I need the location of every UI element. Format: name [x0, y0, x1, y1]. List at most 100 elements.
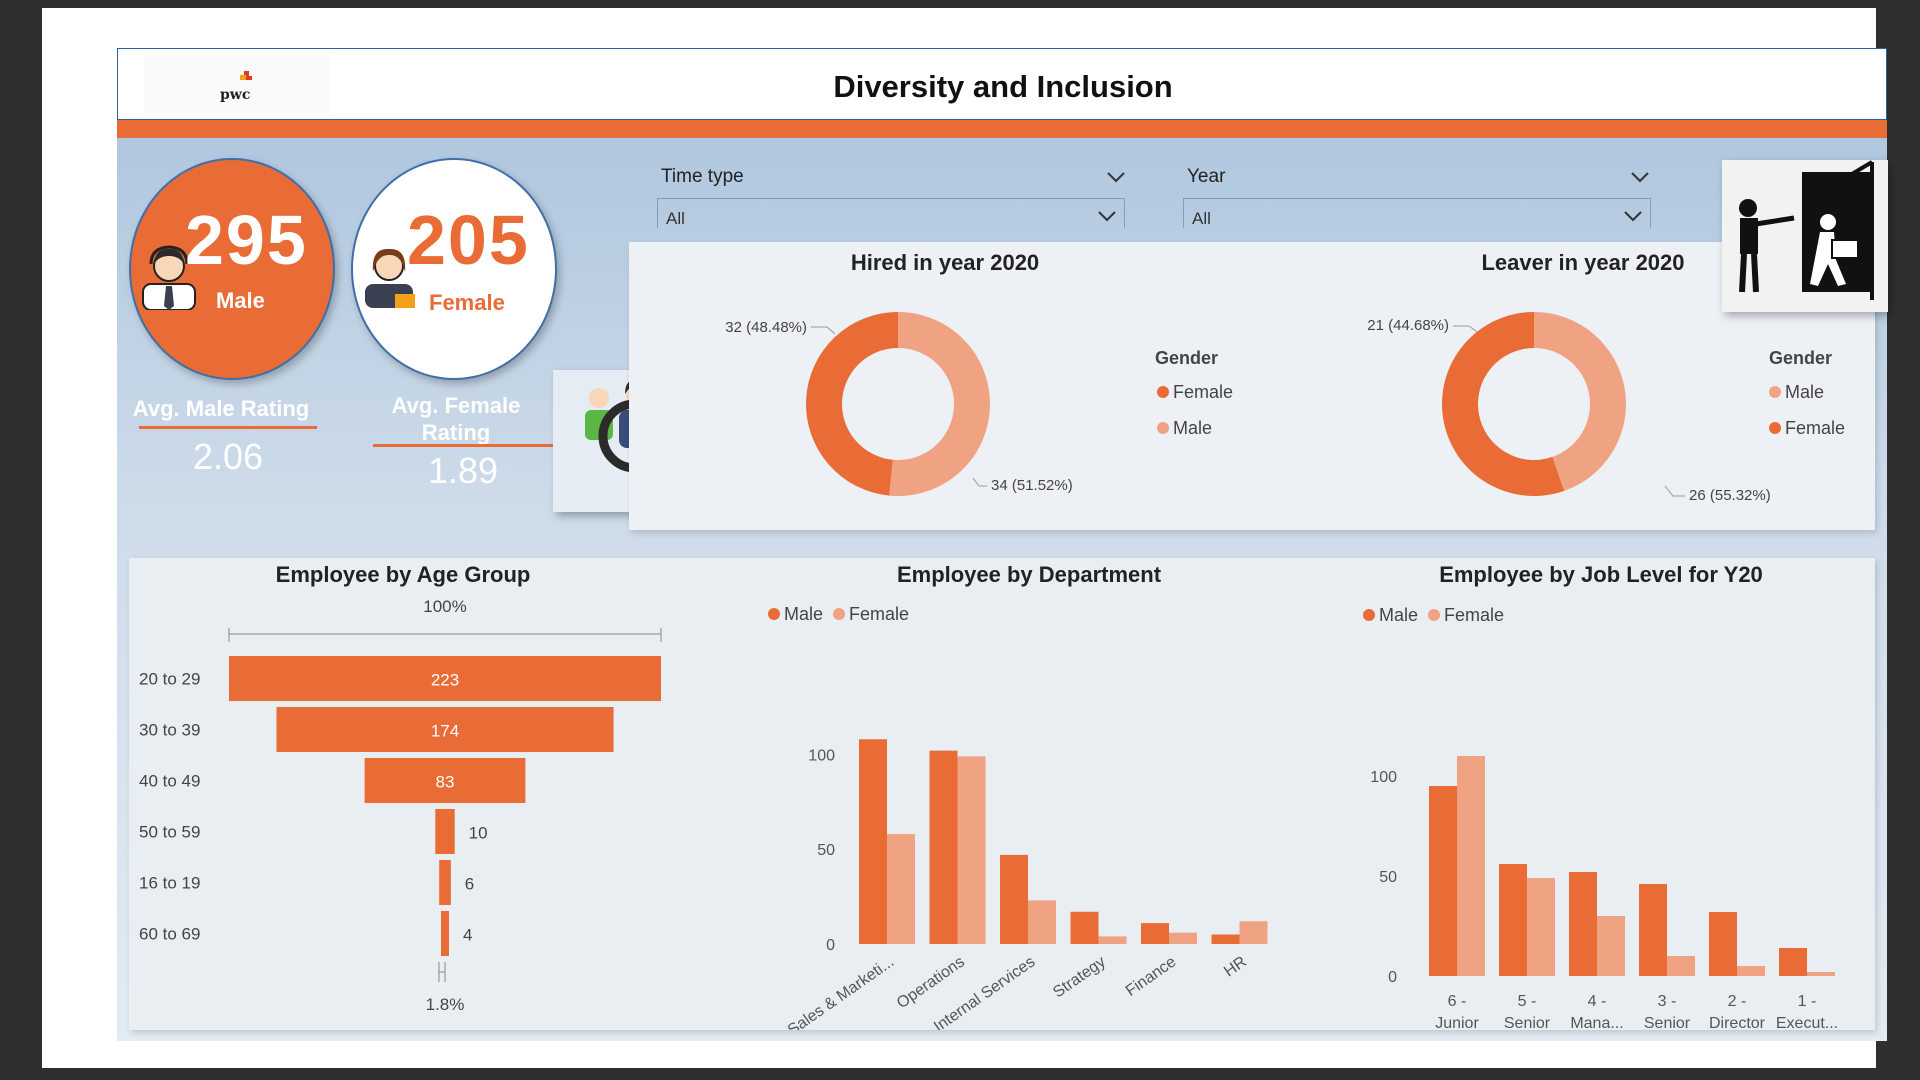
bar-male[interactable]: [1639, 884, 1667, 976]
bar-male[interactable]: [1709, 912, 1737, 976]
funnel-value-label: 10: [469, 824, 488, 843]
lower-charts-svg: Employee by Age Group 100% 20 to 29 223 30…: [139, 562, 1838, 1054]
chevron-down-icon[interactable]: [1629, 170, 1651, 184]
funnel-value-label: 4: [463, 926, 472, 945]
funnel-bar[interactable]: [435, 809, 455, 854]
funnel-value-label: 6: [465, 875, 474, 894]
funnel-bottom-label: 1.8%: [426, 995, 465, 1014]
legend-item-female[interactable]: Female: [1428, 605, 1504, 625]
hired-chart-title: Hired in year 2020: [851, 250, 1039, 275]
bar-female[interactable]: [1527, 878, 1555, 976]
legend-label: Female: [849, 604, 909, 624]
bar-female[interactable]: [1457, 756, 1485, 976]
x-category-label: Sales & Marketi...: [785, 953, 897, 1030]
funnel-category-label: 30 to 39: [139, 721, 200, 740]
donut-slice-female[interactable]: [889, 312, 990, 496]
time-type-slicer[interactable]: All: [657, 198, 1125, 228]
female-rating-underline: [373, 444, 553, 447]
male-rating-underline: [139, 426, 317, 429]
bar-female[interactable]: [1239, 921, 1268, 944]
bar-female[interactable]: [1098, 936, 1127, 944]
chevron-down-icon[interactable]: [1105, 170, 1127, 184]
bar-male[interactable]: [1569, 872, 1597, 976]
year-slicer-value: All: [1192, 209, 1211, 228]
legend-label: Male: [1785, 382, 1824, 402]
funnel-category-label: 16 to 19: [139, 874, 200, 893]
x-category-label: Execut...: [1776, 1015, 1838, 1030]
lower-charts-panel: Employee by Age Group 100% 20 to 29 223 30…: [129, 558, 1875, 1054]
year-slicer[interactable]: All: [1183, 198, 1651, 228]
hired-label-male: 32 (48.48%): [725, 319, 807, 336]
x-category-label: Strategy: [1050, 953, 1109, 1001]
x-category-label: 6 -: [1448, 993, 1467, 1010]
funnel-category-label: 50 to 59: [139, 823, 200, 842]
bar-male[interactable]: [1070, 911, 1099, 944]
department-chart-title: Employee by Department: [897, 562, 1162, 587]
legend-item-male[interactable]: Male: [1157, 418, 1212, 438]
bar-female[interactable]: [957, 756, 986, 944]
header-accent-bar: [117, 120, 1887, 138]
x-category-label: HR: [1221, 953, 1250, 980]
bar-female[interactable]: [1807, 972, 1835, 976]
bar-female[interactable]: [887, 834, 915, 944]
legend-item-male[interactable]: Male: [1769, 382, 1824, 402]
bar-male[interactable]: [1141, 923, 1169, 944]
funnel-category-label: 20 to 29: [139, 670, 200, 689]
legend-item-female[interactable]: Female: [1769, 418, 1845, 438]
y-tick-label: 0: [826, 937, 835, 954]
funnel-bar[interactable]: [439, 860, 451, 905]
leaver-label-female: 21 (44.68%): [1367, 317, 1449, 334]
x-category-label: Senior: [1504, 1015, 1551, 1030]
bar-male[interactable]: [859, 739, 887, 944]
x-category-label: Finance: [1123, 953, 1179, 1000]
bar-male[interactable]: [1779, 948, 1807, 976]
bar-female[interactable]: [1737, 966, 1765, 976]
x-category-label: 1 -: [1798, 993, 1817, 1010]
female-kpi-card[interactable]: 205 Female: [351, 158, 557, 380]
legend-label: Male: [784, 604, 823, 624]
bar-male[interactable]: [1499, 864, 1527, 976]
job-level-bars: 0501006 -JuniorOfficer5 -SeniorOfficer4 …: [1370, 756, 1838, 1054]
legend-label: Female: [1444, 605, 1504, 625]
bar-female[interactable]: [1667, 956, 1695, 976]
donut-charts-svg: Hired in year 2020 32 (48.48%) 34 (51.52…: [725, 250, 1845, 504]
time-type-slicer-label: Time type: [661, 166, 744, 187]
legend-item-female[interactable]: Female: [833, 604, 909, 624]
bar-female[interactable]: [1028, 900, 1056, 944]
funnel-category-label: 40 to 49: [139, 772, 200, 791]
legend-item-female[interactable]: Female: [1157, 382, 1233, 402]
bar-male[interactable]: [929, 750, 958, 944]
chevron-down-icon[interactable]: [1096, 209, 1118, 223]
bar-male[interactable]: [1211, 934, 1240, 944]
department-bars: 050100Sales & Marketi...OperationsIntern…: [785, 739, 1268, 1039]
age-funnel-bars: 20 to 29 223 30 to 39 174 40 to 49 83 50 to 59…: [139, 656, 661, 956]
bar-male[interactable]: [1000, 854, 1028, 944]
y-tick-label: 0: [1388, 969, 1397, 986]
male-kpi-card[interactable]: 295 Male: [129, 158, 335, 380]
funnel-value-label: 223: [431, 671, 459, 690]
funnel-top-label: 100%: [423, 597, 466, 616]
donut-slice-male[interactable]: [806, 312, 898, 496]
funnel-value-label: 174: [431, 722, 459, 741]
legend-label: Male: [1173, 418, 1212, 438]
bar-female[interactable]: [1597, 916, 1625, 976]
x-category-label: Mana...: [1570, 1015, 1623, 1030]
bar-female[interactable]: [1169, 932, 1197, 944]
x-category-label: 4 -: [1588, 993, 1607, 1010]
avg-female-rating-value: 1.89: [427, 450, 499, 491]
y-tick-label: 100: [1370, 769, 1397, 786]
leaver-donut: [1442, 312, 1627, 496]
page-title: Diversity and Inclusion: [833, 69, 1173, 104]
legend-item-male[interactable]: Male: [768, 604, 823, 624]
funnel-bar[interactable]: [441, 911, 449, 956]
leader-line: [972, 477, 987, 487]
hired-donut: [806, 312, 990, 496]
chevron-down-icon[interactable]: [1622, 209, 1644, 223]
avg-male-rating-value: 2.06: [192, 436, 264, 477]
bar-male[interactable]: [1429, 786, 1457, 976]
time-type-slicer-value: All: [666, 209, 685, 228]
dashboard: pwc Diversity and Inclusion 295 Male Avg…: [117, 48, 1888, 1054]
hired-label-female: 34 (51.52%): [991, 477, 1073, 494]
legend-item-male[interactable]: Male: [1363, 605, 1418, 625]
avg-male-rating-label: Avg. Male Rating: [132, 396, 310, 421]
